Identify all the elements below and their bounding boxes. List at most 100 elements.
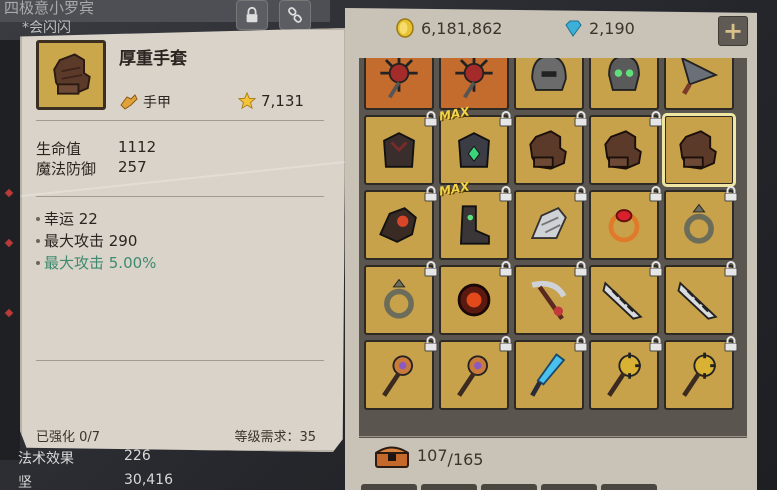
lock-icon xyxy=(574,111,588,127)
divider xyxy=(36,360,324,361)
lock-icon xyxy=(649,111,663,127)
bullet xyxy=(36,216,40,221)
bonus-text: 最大攻击 5.00% xyxy=(44,254,157,272)
add-currency-button[interactable]: + xyxy=(718,16,748,46)
lock-icon xyxy=(574,336,588,352)
gold-mace-icon xyxy=(607,352,641,397)
plus-icon: + xyxy=(722,17,744,45)
tab[interactable] xyxy=(361,484,417,490)
inventory-slot[interactable] xyxy=(514,261,588,335)
inventory-slot[interactable] xyxy=(439,336,513,410)
tab[interactable] xyxy=(601,484,657,490)
tab[interactable] xyxy=(541,484,597,490)
inventory-slot[interactable] xyxy=(439,261,513,335)
spiked-amulet-icon xyxy=(455,58,493,99)
inventory-slot[interactable] xyxy=(514,186,588,260)
heavy-glove-icon xyxy=(679,130,717,170)
lock-icon xyxy=(724,336,738,352)
inventory-grid-viewport[interactable]: MAX MAX xyxy=(359,58,747,438)
gold-mace-icon xyxy=(682,352,716,397)
left-sidebar xyxy=(0,40,20,460)
armored-boots-icon xyxy=(459,205,490,245)
eye-staff-icon xyxy=(382,355,413,397)
inventory-slot[interactable] xyxy=(364,336,438,410)
alert-marker xyxy=(4,188,14,198)
lock-icon xyxy=(499,186,513,202)
blade-icon xyxy=(680,58,719,95)
star-icon xyxy=(238,92,256,110)
inventory-slot[interactable] xyxy=(589,261,663,335)
lock-icon xyxy=(424,261,438,277)
gem-armor-icon xyxy=(458,132,490,168)
tab[interactable] xyxy=(481,484,537,490)
inventory-slot[interactable]: MAX xyxy=(438,104,513,185)
inventory-slot[interactable] xyxy=(439,58,509,110)
bullet xyxy=(36,238,40,243)
lock-icon xyxy=(424,336,438,352)
inventory-slot[interactable] xyxy=(364,58,434,110)
lock-icon xyxy=(499,111,513,127)
inventory-slot[interactable] xyxy=(662,113,736,187)
eye-staff-icon xyxy=(457,355,488,397)
steel-gauntlet-icon xyxy=(530,207,567,239)
inventory-slot[interactable] xyxy=(364,186,438,260)
lock-icon xyxy=(246,6,258,23)
character-subtitle: *会闪闪 xyxy=(22,20,71,36)
bonus-text: 最大攻击 290 xyxy=(44,232,138,250)
lock-icon xyxy=(499,336,513,352)
lock-icon xyxy=(724,186,738,202)
lock-icon xyxy=(424,111,438,127)
inventory-slot[interactable] xyxy=(514,58,584,110)
inventory-slot[interactable] xyxy=(364,261,438,335)
level-requirement: 等级需求：35 xyxy=(234,430,316,445)
inventory-slot[interactable] xyxy=(589,186,663,260)
bonus-text: 幸运 22 xyxy=(44,210,98,228)
silver-ring-icon xyxy=(384,278,414,319)
claw-blade-icon xyxy=(602,281,643,320)
divider xyxy=(36,120,324,121)
inventory-slot[interactable] xyxy=(589,336,663,410)
spiked-amulet-icon xyxy=(380,58,418,99)
inventory-slot[interactable] xyxy=(664,186,738,260)
bullet xyxy=(36,260,40,265)
lock-icon xyxy=(724,261,738,277)
alert-marker xyxy=(4,308,14,318)
skull-helmet-icon xyxy=(608,58,640,91)
lock-icon xyxy=(574,261,588,277)
gold-amount: 6,181,862 xyxy=(421,18,503,38)
scythe-icon xyxy=(531,280,567,321)
gem-icon xyxy=(565,20,582,37)
gem-amount: 2,190 xyxy=(589,18,635,38)
divider xyxy=(359,436,747,437)
ruby-ring-icon xyxy=(608,209,640,243)
crystal-staff-icon xyxy=(530,353,566,397)
tab[interactable] xyxy=(421,484,477,490)
inventory-slot[interactable] xyxy=(589,111,663,185)
inventory-slot[interactable]: MAX xyxy=(438,179,513,260)
capacity-used: 107 xyxy=(417,446,448,465)
lock-icon xyxy=(424,186,438,202)
inventory-panel: 6,181,862 2,190 + MAX MAX 107/165 xyxy=(345,8,757,490)
inventory-slot[interactable] xyxy=(664,336,738,410)
inventory-slot[interactable] xyxy=(664,261,738,335)
bg-stat-label: 坚 xyxy=(18,475,32,490)
inventory-slot[interactable] xyxy=(589,58,659,110)
link-button[interactable] xyxy=(279,0,311,30)
inventory-slot[interactable] xyxy=(514,111,588,185)
gold-currency: 6,181,862 xyxy=(395,18,502,38)
inventory-slot[interactable] xyxy=(364,111,438,185)
lock-icon xyxy=(649,336,663,352)
bonus-row-highlight: 最大攻击 5.00% xyxy=(36,252,156,273)
power-value: 7,131 xyxy=(261,92,304,110)
stat-value: 257 xyxy=(118,158,147,176)
dark-armor-icon xyxy=(383,132,415,168)
enhance-level: 已强化 0/7 xyxy=(36,430,101,445)
divider xyxy=(36,196,324,197)
item-power: 7,131 xyxy=(238,92,304,110)
lock-icon xyxy=(499,261,513,277)
lock-button[interactable] xyxy=(236,0,268,30)
item-detail-card: 厚重手套 手甲 7,131 生命值 1112 魔法防御 257 幸运 22 最大… xyxy=(20,28,346,452)
inventory-slot[interactable] xyxy=(664,58,734,110)
inventory-slot[interactable] xyxy=(514,336,588,410)
stat-label: 生命值 xyxy=(36,140,82,158)
